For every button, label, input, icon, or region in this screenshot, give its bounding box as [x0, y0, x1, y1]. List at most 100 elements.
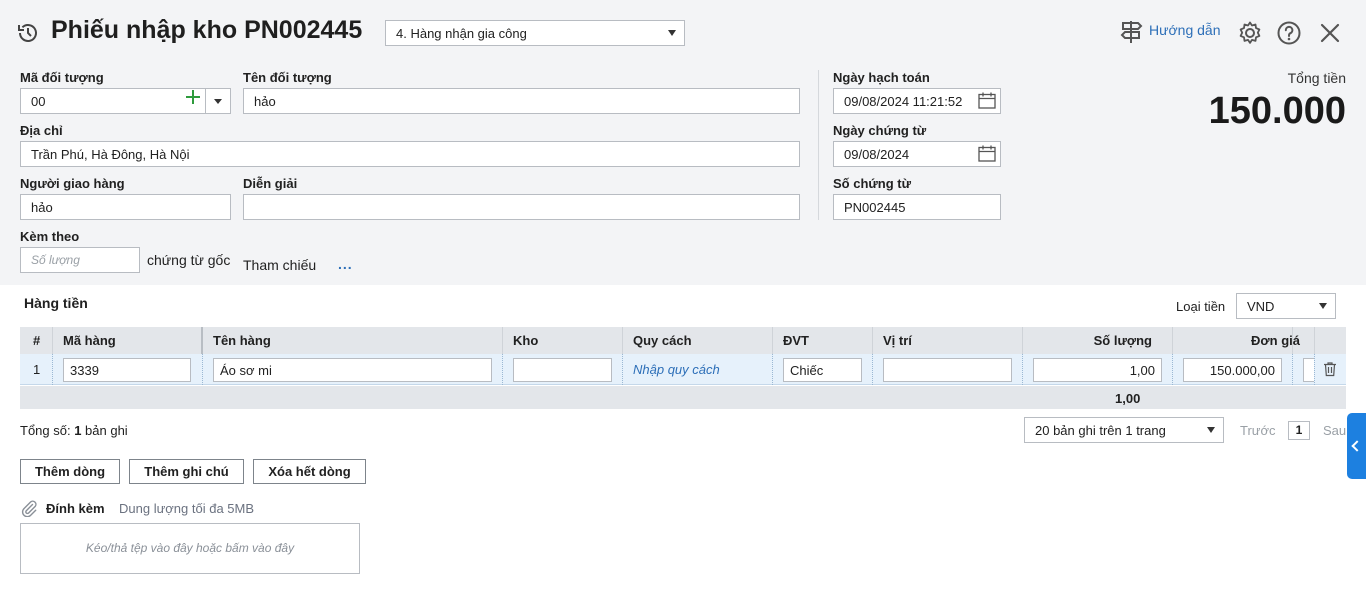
column-header-spec[interactable]: Quy cách	[633, 327, 692, 354]
column-header-quantity[interactable]: Số lượng	[1094, 327, 1152, 354]
column-header-location[interactable]: Vị trí	[883, 327, 912, 354]
cell-separator	[622, 354, 623, 385]
item-code-input[interactable]: 3339	[63, 358, 191, 382]
unit-input[interactable]: Chiếc	[783, 358, 862, 382]
voucher-type-select[interactable]: 4. Hàng nhận gia công	[385, 20, 685, 46]
form-divider	[818, 70, 819, 220]
object-name-input[interactable]: hảo	[243, 88, 800, 114]
help-link[interactable]: Hướng dẫn	[1149, 22, 1220, 38]
signpost-icon[interactable]	[1119, 19, 1143, 45]
column-separator	[772, 327, 773, 354]
column-header-index: #	[33, 333, 41, 348]
current-page[interactable]: 1	[1288, 421, 1310, 440]
items-section-title: Hàng tiền	[24, 295, 88, 311]
plus-icon[interactable]	[186, 90, 200, 104]
chevron-down-icon	[1207, 427, 1215, 433]
original-docs-text: chứng từ gốc	[147, 252, 231, 268]
add-row-button[interactable]: Thêm dòng	[20, 459, 120, 484]
deliverer-input[interactable]: hảo	[20, 194, 231, 220]
description-label: Diễn giải	[243, 176, 298, 191]
currency-select[interactable]: VND	[1236, 293, 1336, 319]
object-code-label: Mã đối tượng	[20, 70, 104, 85]
description-input[interactable]	[243, 194, 800, 220]
column-separator	[622, 327, 623, 354]
total-label: Tổng tiền	[1287, 70, 1346, 86]
add-note-button[interactable]: Thêm ghi chú	[129, 459, 244, 484]
cell-separator	[872, 354, 873, 385]
calendar-icon[interactable]	[978, 145, 996, 162]
doc-date-input[interactable]: 09/08/2024	[833, 141, 1001, 167]
table-row[interactable]: 1 3339 Áo sơ mi Nhập quy cách Chiếc 1,00…	[20, 354, 1346, 385]
gear-icon[interactable]	[1237, 20, 1263, 46]
column-header-unit[interactable]: ĐVT	[783, 327, 809, 354]
question-icon[interactable]	[1276, 20, 1302, 46]
column-separator	[1172, 327, 1173, 354]
cell-separator	[52, 354, 53, 385]
calendar-icon[interactable]	[978, 92, 996, 109]
reference-more-button[interactable]: ...	[338, 256, 353, 272]
column-separator	[1292, 327, 1293, 354]
prev-page-button[interactable]: Trước	[1240, 423, 1276, 438]
footer-quantity-total: 1,00	[1115, 391, 1141, 406]
chevron-down-icon[interactable]	[214, 99, 222, 104]
column-separator	[502, 327, 503, 354]
currency-label: Loại tiền	[1176, 299, 1226, 314]
object-name-label: Tên đối tượng	[243, 70, 332, 85]
record-count: Tổng số: 1 bản ghi	[20, 423, 128, 438]
grid-header: # Mã hàng Tên hàng Kho Quy cách ĐVT Vị t…	[20, 327, 1346, 354]
chevron-down-icon	[1319, 303, 1327, 309]
deliverer-label: Người giao hàng	[20, 176, 125, 191]
record-count-prefix: Tổng số:	[20, 423, 75, 438]
history-icon[interactable]	[16, 21, 40, 45]
doc-number-label: Số chứng từ	[833, 176, 912, 191]
column-separator	[1314, 327, 1315, 354]
location-input[interactable]	[883, 358, 1012, 382]
side-panel-toggle[interactable]	[1347, 413, 1366, 479]
column-header-warehouse[interactable]: Kho	[513, 327, 538, 354]
column-header-name[interactable]: Tên hàng	[213, 327, 271, 354]
clear-rows-button[interactable]: Xóa hết dòng	[253, 459, 366, 484]
warehouse-input[interactable]	[513, 358, 612, 382]
voucher-type-value: 4. Hàng nhận gia công	[396, 26, 527, 41]
column-header-code[interactable]: Mã hàng	[63, 327, 116, 354]
cell-separator	[1172, 354, 1173, 385]
column-separator	[1022, 327, 1023, 354]
page-size-value: 20 bản ghi trên 1 trang	[1035, 423, 1166, 438]
column-separator	[201, 327, 203, 354]
record-count-suffix: bản ghi	[81, 423, 128, 438]
trash-icon[interactable]	[1322, 361, 1338, 377]
attached-count-input[interactable]: Số lượng	[20, 247, 140, 273]
row-index: 1	[33, 362, 41, 377]
cell-separator	[772, 354, 773, 385]
currency-value: VND	[1247, 299, 1275, 314]
total-value: 150.000	[1208, 90, 1346, 132]
cell-separator	[502, 354, 503, 385]
quantity-input[interactable]: 1,00	[1033, 358, 1162, 382]
address-input[interactable]: Trần Phú, Hà Đông, Hà Nội	[20, 141, 800, 167]
dropdown-separator	[205, 88, 206, 114]
close-icon[interactable]	[1317, 20, 1343, 46]
column-separator	[872, 327, 873, 354]
address-label: Địa chỉ	[20, 123, 63, 138]
page-size-select[interactable]: 20 bản ghi trên 1 trang	[1024, 417, 1224, 443]
chevron-down-icon	[668, 30, 676, 36]
next-page-button[interactable]: Sau	[1323, 423, 1346, 438]
item-name-input[interactable]: Áo sơ mi	[213, 358, 492, 382]
reference-label: Tham chiếu	[243, 257, 317, 273]
paperclip-icon	[21, 500, 37, 517]
doc-number-input[interactable]: PN002445	[833, 194, 1001, 220]
page-title: Phiếu nhập kho PN002445	[51, 16, 363, 44]
attachment-dropzone[interactable]: Kéo/thả tệp vào đây hoặc bấm vào đây	[20, 523, 360, 574]
object-code-value: 00	[31, 94, 46, 109]
posting-date-label: Ngày hạch toán	[833, 70, 930, 85]
cell-separator	[202, 354, 203, 385]
doc-date-label: Ngày chứng từ	[833, 123, 927, 138]
column-separator	[52, 327, 53, 354]
spec-link[interactable]: Nhập quy cách	[633, 362, 720, 377]
attachments-label: Đính kèm	[46, 501, 105, 516]
cell-separator	[1292, 354, 1293, 385]
unit-price-input[interactable]: 150.000,00	[1183, 358, 1282, 382]
attached-label: Kèm theo	[20, 229, 80, 244]
hidden-column-input[interactable]	[1303, 358, 1314, 382]
posting-date-input[interactable]: 09/08/2024 11:21:52	[833, 88, 1001, 114]
